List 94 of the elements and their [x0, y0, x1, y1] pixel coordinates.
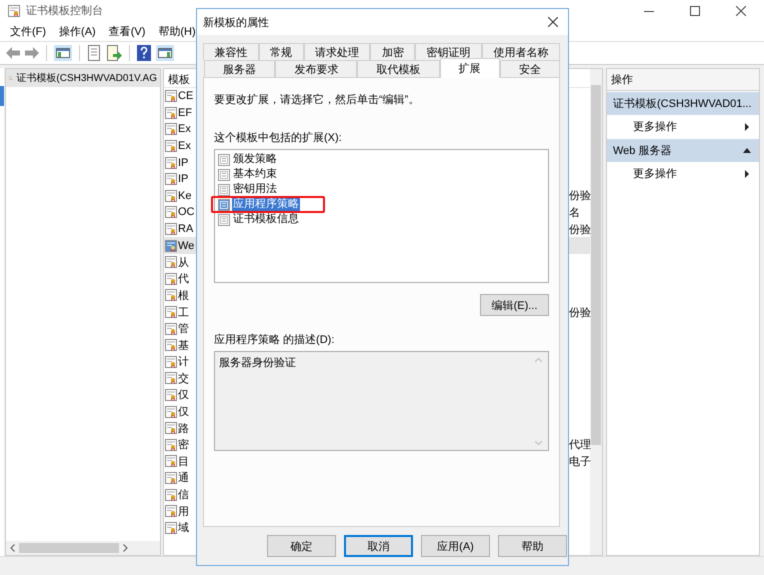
- table-cell-text: 份验: [569, 189, 591, 204]
- close-icon[interactable]: [548, 17, 558, 27]
- template-name: Ke: [178, 190, 192, 202]
- dialog-button[interactable]: 确定: [267, 535, 336, 557]
- action-item[interactable]: 更多操作: [607, 115, 759, 138]
- table-cell-text: 代理: [569, 438, 591, 452]
- template-name: 工: [178, 306, 189, 320]
- template-name: 根: [178, 288, 189, 303]
- action-item[interactable]: 更多操作: [607, 162, 759, 185]
- maximize-icon[interactable]: [690, 6, 700, 16]
- pane-title: 操作: [607, 69, 759, 91]
- document-icon[interactable]: [87, 45, 101, 61]
- template-name: RA: [178, 223, 194, 236]
- scroll-left-icon[interactable]: [10, 544, 15, 552]
- template-name: 交: [178, 372, 189, 386]
- template-name: 路: [178, 422, 189, 436]
- template-name: We: [178, 240, 194, 252]
- instruction-text: 要更改扩展，请选择它，然后单击“编辑”。: [214, 92, 420, 107]
- close-icon[interactable]: [736, 6, 746, 16]
- template-name: 信: [178, 488, 189, 502]
- collapse-icon[interactable]: [743, 148, 751, 153]
- extension-item[interactable]: 密钥用法: [232, 183, 278, 196]
- extension-item[interactable]: 应用程序策略: [232, 198, 300, 211]
- menu-item[interactable]: 帮助(H): [158, 24, 196, 38]
- extension-item[interactable]: 颁发策略: [232, 153, 278, 166]
- template-name: IP: [178, 156, 188, 169]
- extension-icon: [218, 214, 230, 226]
- dialog-button[interactable]: 取消: [344, 535, 413, 557]
- extension-item[interactable]: 证书模板信息: [232, 213, 300, 226]
- window-title: 证书模板控制台: [26, 4, 103, 18]
- tab[interactable]: 发布要求: [275, 60, 358, 77]
- template-name: 域: [178, 521, 189, 536]
- tab[interactable]: 扩展: [440, 58, 500, 78]
- menu-item[interactable]: 文件(F): [10, 24, 46, 38]
- template-name: IP: [178, 173, 188, 186]
- template-name: 通: [178, 470, 189, 486]
- extension-icon: [218, 184, 230, 196]
- vertical-scrollbar[interactable]: [590, 69, 602, 555]
- table-cell-text: 份验: [569, 222, 591, 237]
- template-name: 密: [178, 438, 189, 452]
- dialog-title: 新模板的属性: [203, 16, 269, 30]
- extension-item[interactable]: 基本约束: [232, 168, 278, 181]
- menu-item[interactable]: 查看(V): [108, 24, 146, 38]
- template-name: 代: [178, 272, 189, 286]
- tab[interactable]: 取代模板: [357, 60, 440, 77]
- forward-arrow-icon[interactable]: [25, 47, 39, 59]
- tab[interactable]: 使用者名称: [482, 43, 560, 60]
- menu-item[interactable]: 操作(A): [59, 24, 96, 38]
- template-name: 计: [178, 355, 189, 370]
- tab[interactable]: 请求处理: [304, 43, 370, 60]
- list-label: 这个模板中包括的扩展(X):: [214, 130, 343, 145]
- extension-icon: [218, 168, 230, 180]
- tree-pane-icon[interactable]: [54, 45, 72, 61]
- action-pane-icon[interactable]: [156, 45, 174, 61]
- horizontal-scrollbar[interactable]: [6, 541, 160, 555]
- submenu-arrow-icon: [745, 122, 749, 130]
- extension-icon: [218, 198, 230, 210]
- tab[interactable]: 服务器: [204, 60, 276, 77]
- template-name: 目: [178, 454, 189, 469]
- template-name: 用: [178, 504, 189, 519]
- export-icon[interactable]: [106, 45, 122, 61]
- template-name: 从: [178, 256, 189, 270]
- tab[interactable]: 安全: [500, 60, 560, 77]
- tree-item[interactable]: 证书模板(CSH3HWVAD01V.AG: [6, 69, 160, 87]
- template-name: 管: [178, 322, 189, 336]
- dialog-button[interactable]: 应用(A): [421, 535, 490, 557]
- table-cell-text: 电子: [569, 454, 591, 469]
- description-field: 服务器身份验证: [214, 351, 549, 451]
- template-name: CE: [178, 90, 194, 102]
- template-name: EF: [178, 106, 192, 119]
- action-group-header[interactable]: Web 服务器: [607, 138, 759, 162]
- template-name: 仅: [178, 388, 189, 402]
- tab[interactable]: 加密: [370, 43, 416, 60]
- tab[interactable]: 常规: [258, 43, 304, 60]
- tab[interactable]: 兼容性: [203, 43, 259, 60]
- template-name: 仅: [178, 405, 189, 420]
- template-name: Ex: [178, 123, 191, 136]
- description-label: 应用程序策略 的描述(D):: [214, 332, 336, 347]
- template-icon: [165, 240, 177, 252]
- edit-button[interactable]: 编辑(E)...: [480, 294, 549, 316]
- template-name: 基: [178, 338, 189, 353]
- scroll-right-icon[interactable]: [123, 544, 128, 552]
- table-cell-text: 名: [569, 206, 580, 220]
- tab[interactable]: 密钥证明: [415, 43, 482, 60]
- help-icon[interactable]: [137, 45, 151, 61]
- action-group-header[interactable]: 证书模板(CSH3HWVAD01...: [607, 91, 759, 115]
- submenu-arrow-icon: [745, 170, 749, 178]
- template-name: OC: [178, 206, 194, 218]
- template-name: Ex: [178, 140, 191, 152]
- extension-icon: [218, 154, 230, 166]
- dialog-button[interactable]: 帮助: [498, 535, 567, 557]
- back-arrow-icon[interactable]: [6, 47, 20, 59]
- app-icon: [8, 4, 20, 16]
- table-cell-text: 份验: [569, 306, 591, 320]
